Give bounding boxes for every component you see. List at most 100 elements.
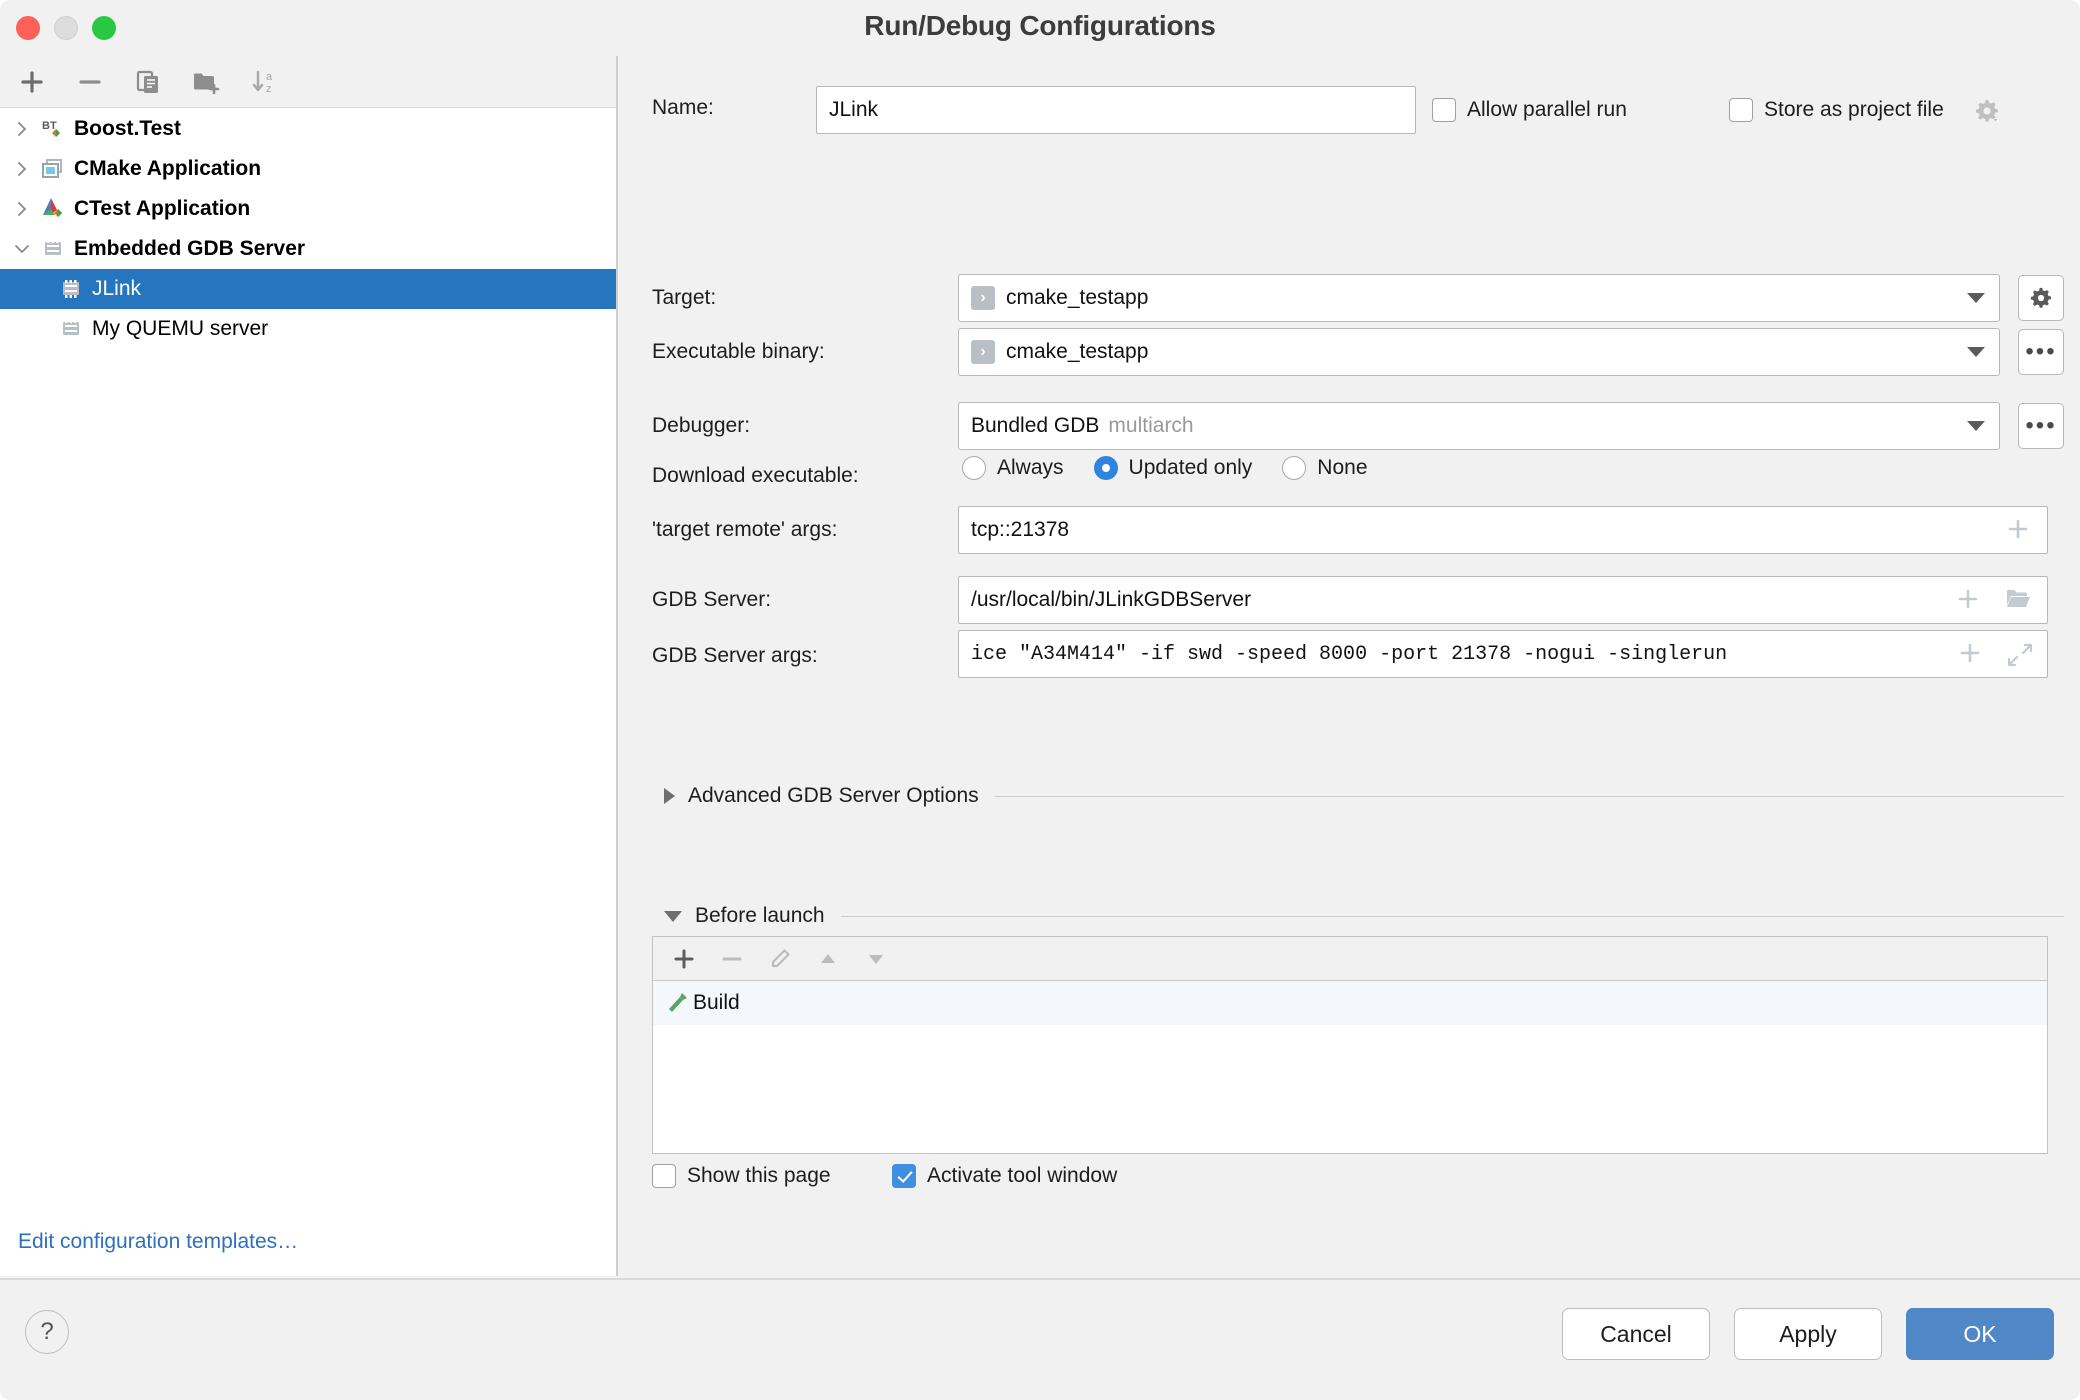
download-option-none[interactable]: None <box>1282 456 1368 480</box>
before-launch-add-button[interactable] <box>665 940 703 978</box>
chevron-down-icon <box>1967 347 1985 357</box>
chevron-right-icon[interactable] <box>8 161 36 177</box>
debugger-label: Debugger: <box>652 414 751 437</box>
expand-editor-icon[interactable] <box>2007 643 2033 674</box>
chip-icon <box>36 236 70 262</box>
help-button[interactable]: ? <box>25 1310 69 1354</box>
gdb-server-value: /usr/local/bin/JLinkGDBServer <box>971 588 1252 611</box>
run-debug-configurations-dialog: Run/Debug Configurations a z BT Boost.Te… <box>0 0 2080 1400</box>
chevron-down-icon <box>1967 293 1985 303</box>
chevron-right-icon[interactable] <box>8 201 36 217</box>
cancel-button[interactable]: Cancel <box>1562 1308 1710 1360</box>
sort-alphabetical-button[interactable]: a z <box>242 60 286 104</box>
ellipsis-icon: ••• <box>2025 338 2057 365</box>
store-as-project-file-checkbox[interactable]: Store as project file <box>1729 98 1944 122</box>
tree-item-jlink[interactable]: JLink <box>0 269 616 309</box>
svg-text:BT: BT <box>42 120 57 132</box>
configuration-form: Name: JLink Allow parallel run Store as … <box>620 56 2080 1276</box>
boost-test-icon: BT <box>36 116 70 142</box>
download-option-label: None <box>1317 456 1368 479</box>
debugger-combobox[interactable]: Bundled GDB multiarch <box>958 402 2000 450</box>
checkbox-box <box>1432 98 1456 122</box>
name-input-value: JLink <box>829 98 879 121</box>
gdb-server-args-input[interactable]: ice "A34M414" -if swd -speed 8000 -port … <box>958 630 2048 678</box>
target-remote-args-input[interactable]: tcp::21378 <box>958 506 2048 554</box>
run-target-icon: › <box>971 286 995 310</box>
folder-browse-icon[interactable] <box>2005 588 2031 616</box>
download-executable-label: Download executable: <box>652 464 859 487</box>
tree-item-label: My QUEMU server <box>92 317 269 340</box>
gdb-server-label: GDB Server: <box>652 588 772 611</box>
checkbox-box <box>652 1164 676 1188</box>
debugger-browse-button[interactable]: ••• <box>2018 403 2064 449</box>
advanced-gdb-server-options-label: Advanced GDB Server Options <box>688 784 979 807</box>
section-divider <box>994 795 2064 797</box>
tree-item-ctest-application[interactable]: CTest Application <box>0 189 616 229</box>
tree-item-label: Embedded GDB Server <box>74 237 306 260</box>
gdb-server-input[interactable]: /usr/local/bin/JLinkGDBServer <box>958 576 2048 624</box>
target-label: Target: <box>652 286 717 309</box>
run-target-icon: › <box>971 340 995 364</box>
expand-macros-icon[interactable] <box>1957 640 1983 673</box>
target-settings-button[interactable] <box>2018 275 2064 321</box>
copy-configuration-button[interactable] <box>126 60 170 104</box>
executable-binary-label: Executable binary: <box>652 340 825 363</box>
ellipsis-icon: ••• <box>2025 412 2057 439</box>
chevron-down-icon <box>1967 421 1985 431</box>
gdb-server-args-label: GDB Server args: <box>652 644 818 667</box>
tree-item-label: JLink <box>92 277 142 300</box>
debugger-value: Bundled GDB <box>971 414 1100 437</box>
target-combobox[interactable]: › cmake_testapp <box>958 274 2000 322</box>
title-bar: Run/Debug Configurations <box>0 0 2080 56</box>
download-option-always[interactable]: Always <box>962 456 1064 480</box>
before-launch-label: Before launch <box>695 904 825 927</box>
download-executable-radio-group: Always Updated only None <box>962 456 1398 480</box>
sidebar-toolbar: a z <box>0 56 616 108</box>
add-configuration-button[interactable] <box>10 60 54 104</box>
before-launch-item-label: Build <box>693 991 740 1014</box>
tree-item-boost-test[interactable]: BT Boost.Test <box>0 109 616 149</box>
store-as-project-file-label: Store as project file <box>1764 98 1944 121</box>
chip-icon <box>54 316 88 342</box>
tree-item-my-quemu-server[interactable]: My QUEMU server <box>0 309 616 349</box>
activate-tool-window-checkbox[interactable]: Activate tool window <box>892 1164 1117 1188</box>
ctest-application-icon <box>36 196 70 222</box>
ok-button[interactable]: OK <box>1906 1308 2054 1360</box>
tree-item-embedded-gdb-server[interactable]: Embedded GDB Server <box>0 229 616 269</box>
checkbox-box <box>1729 98 1753 122</box>
folder-add-button[interactable] <box>184 60 228 104</box>
dialog-title: Run/Debug Configurations <box>864 10 1216 41</box>
advanced-gdb-server-options-section[interactable]: Advanced GDB Server Options <box>664 784 2064 808</box>
executable-binary-browse-button[interactable]: ••• <box>2018 329 2064 375</box>
download-option-label: Always <box>997 456 1064 479</box>
before-launch-section[interactable]: Before launch <box>664 904 2064 928</box>
show-this-page-checkbox[interactable]: Show this page <box>652 1164 831 1188</box>
gear-icon[interactable] <box>1974 98 2000 129</box>
show-this-page-label: Show this page <box>687 1164 831 1187</box>
tree-item-label: CMake Application <box>74 157 262 180</box>
tree-item-label: CTest Application <box>74 197 251 220</box>
gdb-server-args-value: ice "A34M414" -if swd -speed 8000 -port … <box>971 642 1728 666</box>
edit-configuration-templates-link[interactable]: Edit configuration templates… <box>18 1230 298 1254</box>
download-option-updated-only[interactable]: Updated only <box>1093 456 1253 480</box>
remove-configuration-button[interactable] <box>68 60 112 104</box>
cmake-application-icon <box>36 156 70 182</box>
target-value: cmake_testapp <box>1006 286 1149 309</box>
configurations-sidebar: a z BT Boost.Test CMake Application CTes… <box>0 56 618 1276</box>
allow-parallel-run-checkbox[interactable]: Allow parallel run <box>1432 98 1627 122</box>
before-launch-item-build[interactable]: Build <box>653 981 2047 1025</box>
tree-item-cmake-application[interactable]: CMake Application <box>0 149 616 189</box>
chevron-right-icon[interactable] <box>8 121 36 137</box>
name-input[interactable]: JLink <box>816 86 1416 134</box>
debugger-value-suffix: multiarch <box>1108 414 1194 437</box>
apply-button[interactable]: Apply <box>1734 1308 1882 1360</box>
configurations-tree: BT Boost.Test CMake Application CTest Ap… <box>0 109 616 349</box>
expand-macros-icon[interactable] <box>2005 516 2031 548</box>
executable-binary-combobox[interactable]: › cmake_testapp <box>958 328 2000 376</box>
download-option-label: Updated only <box>1128 456 1253 479</box>
target-remote-args-label: 'target remote' args: <box>652 518 838 541</box>
chevron-down-icon[interactable] <box>8 241 36 257</box>
expand-macros-icon[interactable] <box>1955 586 1981 618</box>
section-divider <box>840 915 2064 917</box>
before-launch-move-up-button <box>809 940 847 978</box>
